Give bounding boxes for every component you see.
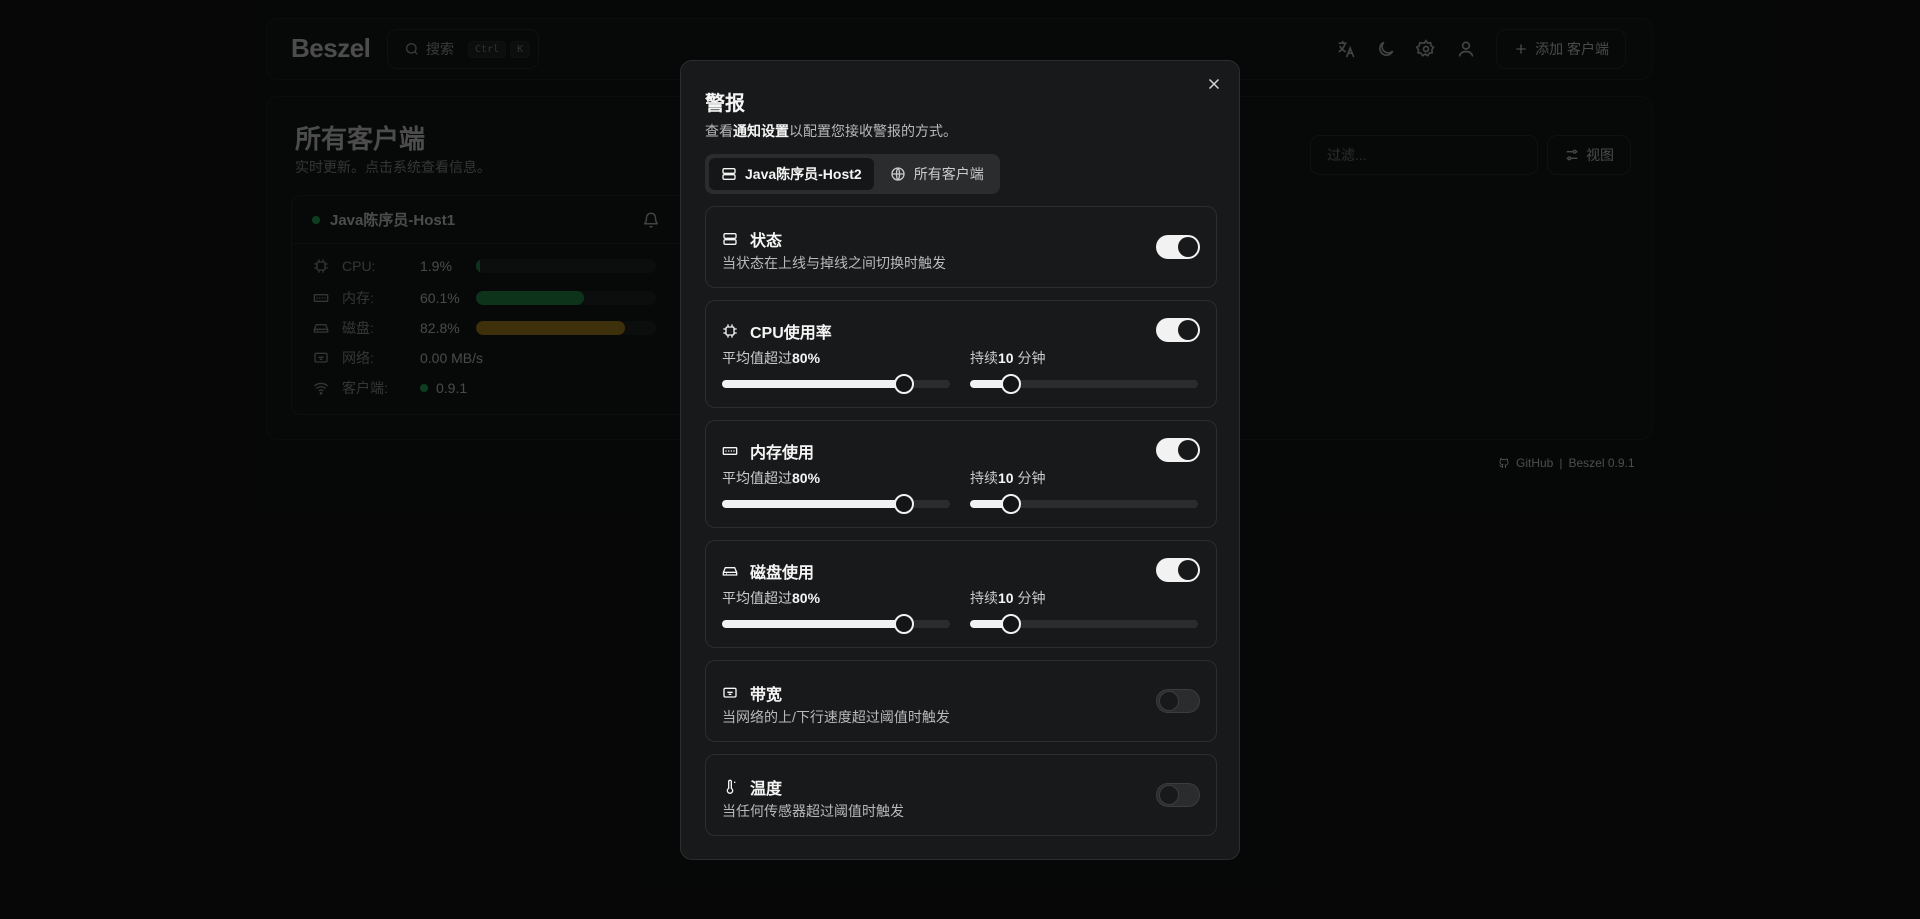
memory-threshold-slider[interactable] — [722, 494, 950, 514]
slider-thumb[interactable] — [894, 494, 915, 514]
dur-prefix: 持续 — [970, 470, 998, 486]
avg-prefix: 平均值超过 — [722, 470, 792, 486]
toggle-knob — [1178, 320, 1198, 340]
avg-value: 80% — [792, 470, 821, 486]
cpu-icon — [723, 324, 737, 338]
slider-thumb[interactable] — [1001, 494, 1022, 514]
alerts-dialog: 警报 查看通知设置以配置您接收警报的方式。 Java陈序员-Host2 所有客户… — [680, 60, 1240, 860]
slider-fill — [722, 380, 905, 388]
alert-title: 磁盘使用 — [750, 565, 815, 582]
toggle-knob — [1159, 691, 1179, 711]
dur-unit: 分钟 — [1017, 470, 1046, 486]
tab-label: Java陈序员-Host2 — [745, 166, 862, 182]
slider-thumb[interactable] — [1001, 374, 1022, 394]
alert-card-temperature: 温度 当任何传感器超过阈值时触发 — [705, 754, 1217, 836]
avg-threshold-label: 平均值超过80% — [722, 348, 820, 368]
toggle-knob — [1178, 560, 1198, 580]
toggle-knob — [1159, 785, 1179, 805]
alert-card-cpu: CPU使用率 平均值超过80% 持续10 分钟 — [705, 300, 1217, 408]
bandwidth-alert-toggle[interactable] — [1156, 689, 1200, 713]
alert-title: 内存使用 — [750, 445, 815, 462]
cpu-threshold-slider[interactable] — [722, 374, 950, 394]
duration-label: 持续10 分钟 — [970, 348, 1045, 368]
disk-threshold-slider[interactable] — [722, 614, 950, 634]
alert-description: 当网络的上/下行速度超过阈值时触发 — [722, 709, 950, 725]
dur-value: 10 — [998, 350, 1014, 366]
toggle-knob — [1178, 237, 1198, 257]
slider-thumb[interactable] — [894, 614, 915, 634]
tab-current-system[interactable]: Java陈序员-Host2 — [709, 158, 874, 190]
toggle-knob — [1178, 440, 1198, 460]
memory-icon — [722, 447, 738, 455]
disk-duration-slider[interactable] — [970, 614, 1198, 634]
memory-duration-slider[interactable] — [970, 494, 1198, 514]
dialog-tabs: Java陈序员-Host2 所有客户端 — [705, 154, 1000, 194]
dur-value: 10 — [998, 470, 1014, 486]
alert-card-status: 状态 当状态在上线与掉线之间切换时触发 — [705, 206, 1217, 288]
cpu-duration-slider[interactable] — [970, 374, 1198, 394]
memory-alert-toggle[interactable] — [1156, 438, 1200, 462]
dialog-description: 查看通知设置以配置您接收警报的方式。 — [705, 121, 957, 141]
disk-alert-toggle[interactable] — [1156, 558, 1200, 582]
notification-settings-link[interactable]: 通知设置 — [733, 123, 789, 139]
avg-prefix: 平均值超过 — [722, 590, 792, 606]
avg-value: 80% — [792, 350, 821, 366]
desc-suffix: 以配置您接收警报的方式。 — [789, 123, 957, 139]
alert-title: 带宽 — [750, 687, 783, 704]
slider-fill — [722, 620, 905, 628]
alert-card-memory: 内存使用 平均值超过80% 持续10 分钟 — [705, 420, 1217, 528]
close-button[interactable] — [1205, 75, 1223, 93]
ethernet-icon — [723, 687, 737, 698]
globe-icon — [891, 167, 905, 181]
dur-unit: 分钟 — [1017, 350, 1046, 366]
avg-prefix: 平均值超过 — [722, 350, 792, 366]
alert-card-bandwidth: 带宽 当网络的上/下行速度超过阈值时触发 — [705, 660, 1217, 742]
duration-label: 持续10 分钟 — [970, 588, 1045, 608]
desc-prefix: 查看 — [705, 123, 733, 139]
tab-all-clients[interactable]: 所有客户端 — [878, 158, 996, 190]
dialog-title: 警报 — [705, 93, 745, 115]
alert-title: 状态 — [750, 233, 783, 250]
temperature-alert-toggle[interactable] — [1156, 783, 1200, 807]
slider-thumb[interactable] — [894, 374, 915, 394]
avg-threshold-label: 平均值超过80% — [722, 468, 820, 488]
alert-title: 温度 — [750, 781, 783, 798]
avg-value: 80% — [792, 590, 821, 606]
server-icon — [722, 168, 736, 180]
close-icon — [1208, 78, 1220, 90]
status-alert-toggle[interactable] — [1156, 235, 1200, 259]
alert-title: CPU使用率 — [750, 325, 832, 342]
slider-thumb[interactable] — [1001, 614, 1022, 634]
alert-description: 当状态在上线与掉线之间切换时触发 — [722, 255, 946, 271]
dur-prefix: 持续 — [970, 350, 998, 366]
server-icon — [723, 233, 737, 245]
dur-prefix: 持续 — [970, 590, 998, 606]
slider-fill — [722, 500, 905, 508]
hard-drive-icon — [722, 567, 738, 576]
alert-card-disk: 磁盘使用 平均值超过80% 持续10 分钟 — [705, 540, 1217, 648]
cpu-alert-toggle[interactable] — [1156, 318, 1200, 342]
tab-label: 所有客户端 — [913, 166, 984, 182]
dur-value: 10 — [998, 590, 1014, 606]
dur-unit: 分钟 — [1017, 590, 1046, 606]
avg-threshold-label: 平均值超过80% — [722, 588, 820, 608]
thermometer-icon — [726, 779, 736, 794]
alert-description: 当任何传感器超过阈值时触发 — [722, 803, 904, 819]
duration-label: 持续10 分钟 — [970, 468, 1045, 488]
